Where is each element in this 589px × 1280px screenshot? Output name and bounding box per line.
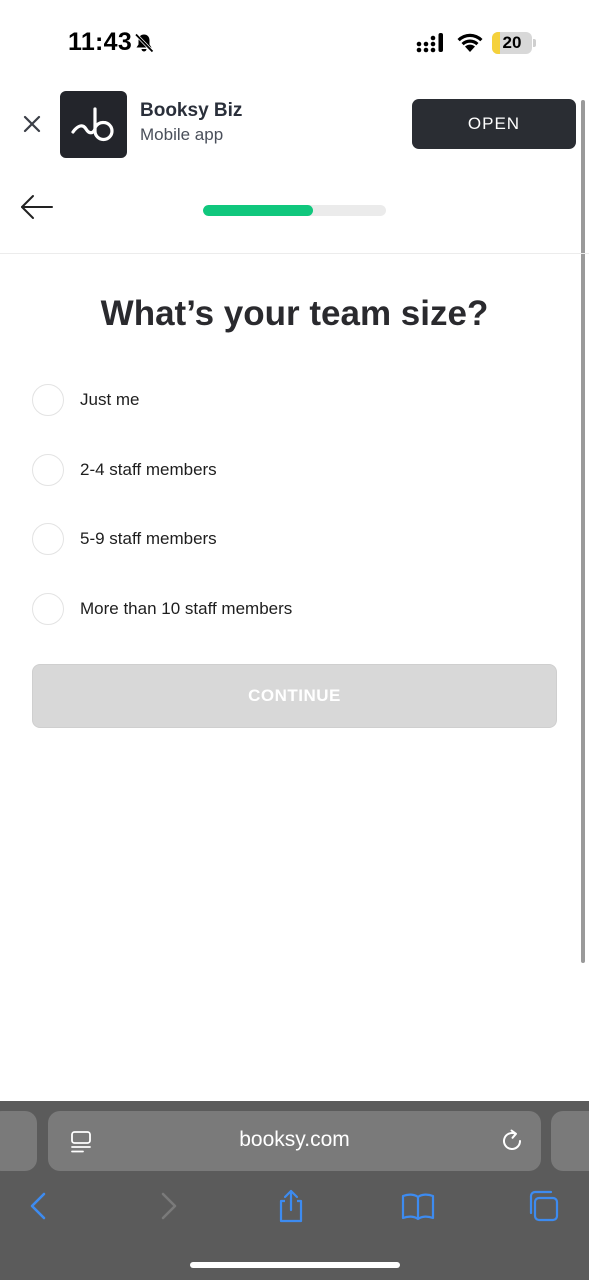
app-name: Booksy Biz (140, 100, 243, 121)
battery-body: 20 (492, 32, 532, 54)
close-icon[interactable] (20, 112, 44, 136)
page-title: What’s your team size? (100, 294, 489, 333)
address-bar[interactable]: booksy.com (48, 1111, 541, 1171)
tabs-icon[interactable] (525, 1188, 561, 1224)
battery-cap (533, 39, 536, 47)
bell-slash-icon (134, 33, 154, 53)
forward-chevron-icon[interactable] (150, 1188, 186, 1224)
battery-icon: 20 (492, 32, 536, 54)
option-label: 2-4 staff members (80, 460, 217, 479)
progress-bar (203, 205, 386, 216)
onboarding-header (0, 178, 589, 254)
option-2-4-staff[interactable]: 2-4 staff members (32, 454, 532, 488)
status-time: 11:43 (68, 28, 133, 56)
home-indicator (190, 1262, 400, 1268)
bookmarks-icon[interactable] (400, 1188, 436, 1224)
app-subtitle: Mobile app (140, 125, 224, 144)
status-bar: 11:43 20 (0, 0, 589, 80)
radio-button[interactable] (32, 384, 64, 416)
option-label: Just me (80, 390, 140, 409)
arrow-left-icon[interactable] (20, 194, 54, 220)
continue-button[interactable]: CONTINUE (32, 664, 557, 728)
booksy-logo-icon (60, 91, 127, 158)
open-app-button[interactable]: OPEN (412, 99, 576, 149)
back-chevron-icon[interactable] (21, 1188, 57, 1224)
signal-icon (416, 33, 443, 53)
wifi-icon (457, 33, 483, 52)
radio-button[interactable] (32, 454, 64, 486)
option-more-than-10-staff[interactable]: More than 10 staff members (32, 593, 532, 627)
share-icon[interactable] (273, 1188, 309, 1224)
next-tab-preview[interactable] (551, 1111, 589, 1171)
battery-percent: 20 (502, 33, 522, 52)
option-5-9-staff[interactable]: 5-9 staff members (32, 523, 532, 557)
smart-app-banner: Booksy Biz Mobile app OPEN (0, 88, 589, 160)
url-text: booksy.com (239, 1128, 350, 1151)
radio-button[interactable] (32, 523, 64, 555)
previous-tab-preview[interactable] (0, 1111, 37, 1171)
option-just-me[interactable]: Just me (32, 384, 532, 418)
option-label: More than 10 staff members (80, 599, 293, 618)
option-label: 5-9 staff members (80, 529, 217, 548)
browser-toolbar: booksy.com (0, 1101, 589, 1280)
radio-button[interactable] (32, 593, 64, 625)
reload-icon[interactable] (499, 1128, 525, 1154)
progress-fill (203, 205, 313, 216)
